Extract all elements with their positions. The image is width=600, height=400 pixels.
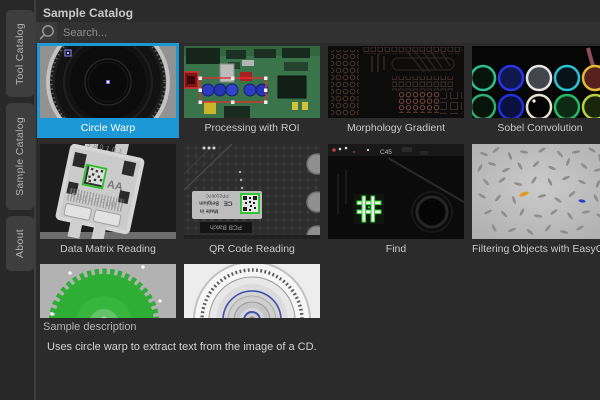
find-component-label: C45 bbox=[380, 149, 392, 156]
thumbnail-processing-roi-image bbox=[184, 46, 320, 118]
sample-description-text: Uses circle warp to extract text from th… bbox=[47, 341, 317, 353]
tile-label: Processing with ROI bbox=[184, 118, 320, 138]
qr-made-in-line2: Belgium bbox=[199, 199, 219, 205]
qr-label: PP21007C CE Belgium Made in bbox=[192, 191, 262, 219]
tab-about-label: About bbox=[14, 229, 26, 258]
tile-label: Sobel Convolution bbox=[472, 118, 600, 138]
sample-description-heading: Sample description bbox=[43, 321, 137, 333]
qr-part-number-text: PP21007C bbox=[205, 193, 229, 199]
sample-tile-gear[interactable] bbox=[37, 261, 179, 318]
thumbnail-data-matrix-image: 380101 AA bbox=[40, 144, 176, 239]
data-matrix-code bbox=[83, 165, 107, 189]
find-grid-pattern bbox=[354, 194, 384, 224]
thumbnail-gear-image bbox=[40, 264, 176, 318]
tile-label: Morphology Gradient bbox=[328, 118, 464, 138]
sample-tile-qr-code-reading[interactable]: PP21007C CE Belgium Made in bbox=[181, 141, 323, 259]
thumbnail-find-image: C45 bbox=[328, 144, 464, 239]
tile-label: Circle Warp bbox=[40, 118, 176, 138]
sample-tile-filtering-objects[interactable]: Filtering Objects with EasyObject bbox=[469, 141, 600, 259]
sample-tile-processing-with-roi[interactable]: Processing with ROI bbox=[181, 43, 323, 138]
page-title: Sample Catalog bbox=[43, 4, 133, 22]
tile-label: Data Matrix Reading bbox=[40, 239, 176, 259]
sample-tile-cd-unwarp[interactable] bbox=[181, 261, 323, 318]
tile-label: QR Code Reading bbox=[184, 239, 320, 259]
tab-tool-catalog[interactable]: Tool Catalog bbox=[6, 10, 34, 97]
sample-tile-sobel-convolution[interactable]: Sobel Convolution bbox=[469, 43, 600, 138]
qr-code bbox=[241, 194, 259, 213]
qr-made-in-line1: Made in bbox=[200, 207, 219, 213]
thumbnail-sobel-image bbox=[472, 46, 600, 118]
search-icon bbox=[36, 22, 57, 43]
sample-tile-morphology-gradient[interactable]: Morphology Gradient bbox=[325, 43, 467, 138]
tab-tool-catalog-label: Tool Catalog bbox=[14, 23, 26, 85]
thumbnail-qr-image: PP21007C CE Belgium Made in bbox=[184, 144, 320, 239]
tab-sample-catalog-label: Sample Catalog bbox=[14, 117, 26, 196]
sample-grid: Circle Warp bbox=[36, 43, 600, 318]
sample-tile-find[interactable]: C45 Find bbox=[325, 141, 467, 259]
sample-tile-data-matrix-reading[interactable]: 380101 AA bbox=[37, 141, 179, 259]
tab-sample-catalog[interactable]: Sample Catalog bbox=[6, 103, 34, 210]
tab-about[interactable]: About bbox=[6, 216, 34, 271]
qr-batch-text: PCB Batch bbox=[210, 224, 242, 231]
sample-tile-circle-warp[interactable]: Circle Warp bbox=[37, 43, 179, 138]
tile-label: Filtering Objects with EasyObject bbox=[472, 239, 600, 259]
thumbnail-circle-warp-image bbox=[40, 46, 176, 118]
tile-label: Find bbox=[328, 239, 464, 259]
thumbnail-cd-unwarp-image bbox=[184, 264, 320, 318]
thumbnail-easyobject-image bbox=[472, 144, 600, 239]
qr-ce-mark-text: CE bbox=[223, 200, 233, 207]
thumbnail-morphology-image bbox=[328, 46, 464, 118]
search-bar bbox=[36, 22, 600, 43]
search-input[interactable] bbox=[57, 22, 600, 43]
